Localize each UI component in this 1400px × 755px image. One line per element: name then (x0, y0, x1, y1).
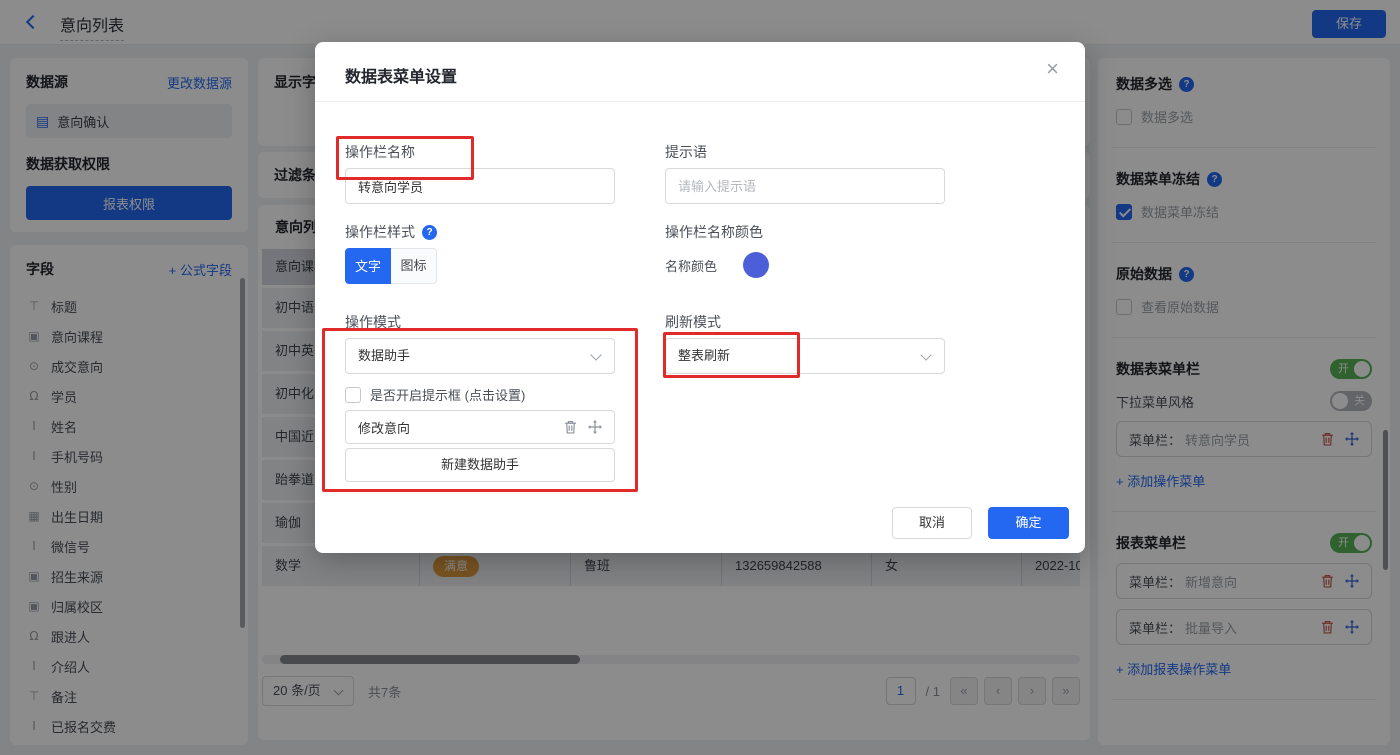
app: 意向列表 保存 数据源 更改数据源 ▤ 意向确认 数据获取权限 报表权限 字段 … (0, 0, 1400, 755)
close-icon[interactable]: × (1046, 58, 1059, 80)
datatable-menu-settings-modal: 数据表菜单设置 × 操作栏名称 提示语 操作栏样式 ? 文字 图标 操作栏名称颜… (315, 42, 1085, 553)
name-color-text: 名称颜色 (665, 256, 717, 275)
confirm-button[interactable]: 确定 (988, 507, 1069, 539)
help-icon[interactable]: ? (422, 225, 437, 240)
assistant-item[interactable]: 修改意向 (345, 410, 615, 444)
name-color-row: 名称颜色 (665, 252, 769, 278)
action-mode-select[interactable]: 数据助手 (345, 338, 615, 374)
color-swatch[interactable] (743, 252, 769, 278)
action-mode-label: 操作模式 (345, 312, 401, 332)
style-icon-tab[interactable]: 图标 (391, 248, 437, 284)
new-assistant-button[interactable]: 新建数据助手 (345, 448, 615, 482)
tipbox-checkbox[interactable] (345, 387, 361, 403)
tipbox-checkbox-row: 是否开启提示框 (点击设置) (345, 385, 525, 404)
style-text-tab[interactable]: 文字 (345, 248, 391, 284)
modal-header: 数据表菜单设置 × (315, 42, 1085, 102)
action-name-input[interactable] (345, 168, 615, 204)
modal-title: 数据表菜单设置 (345, 63, 457, 87)
action-style-label: 操作栏样式 ? (345, 222, 437, 242)
style-segmented-control: 文字 图标 (345, 248, 437, 284)
refresh-mode-label: 刷新模式 (665, 312, 721, 332)
move-icon[interactable] (588, 420, 602, 434)
action-style-label-text: 操作栏样式 (345, 222, 415, 242)
action-name-label: 操作栏名称 (345, 142, 415, 162)
name-color-label: 操作栏名称颜色 (665, 222, 763, 242)
assistant-item-label: 修改意向 (358, 418, 410, 437)
trash-icon[interactable] (564, 420, 577, 434)
refresh-mode-select[interactable]: 整表刷新 (665, 338, 945, 374)
cancel-button[interactable]: 取消 (892, 507, 972, 539)
tipbox-checkbox-label: 是否开启提示框 (点击设置) (370, 385, 525, 404)
tip-label: 提示语 (665, 142, 707, 162)
tip-input[interactable] (665, 168, 945, 204)
